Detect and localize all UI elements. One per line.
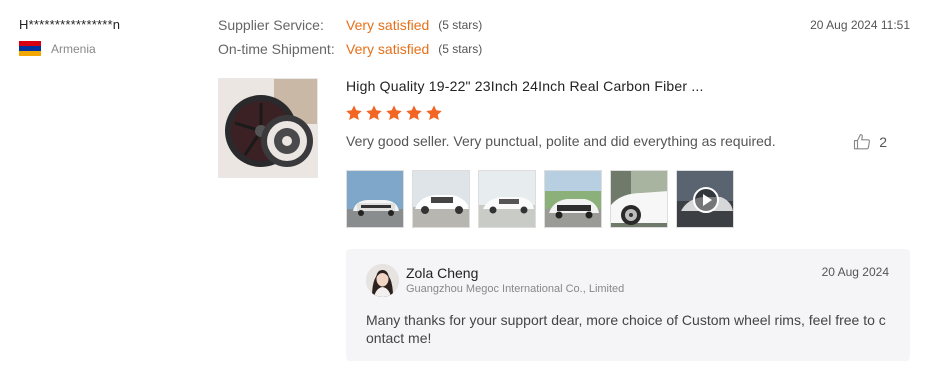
review-video[interactable]: [676, 170, 734, 228]
star-rating: [345, 104, 443, 122]
thumbs-up-icon: [854, 133, 871, 150]
review-photo[interactable]: [346, 170, 404, 228]
like-button[interactable]: 2: [853, 133, 887, 151]
reviewer-info: H****************n Armenia: [19, 17, 199, 56]
seller-avatar: [366, 264, 399, 297]
star-icon: [426, 105, 442, 121]
review-text: Very good seller. Very punctual, polite …: [346, 133, 776, 149]
rating-label: Supplier Service:: [218, 17, 324, 33]
seller-name: Zola Cheng: [406, 265, 479, 281]
like-count: 2: [879, 134, 887, 150]
star-icon: [346, 105, 362, 121]
review-photo[interactable]: [478, 170, 536, 228]
star-icon: [406, 105, 422, 121]
reviewer-name: H****************n: [19, 17, 121, 32]
reply-date: 20 Aug 2024: [821, 265, 889, 279]
rating-stars-text: (5 stars): [438, 18, 483, 32]
armenia-flag-icon: [19, 41, 41, 56]
rating-label: On-time Shipment:: [218, 41, 335, 57]
rating-summary: Supplier Service: Very satisfied (5 star…: [218, 17, 482, 65]
reviewer-country: Armenia: [51, 41, 96, 56]
rating-row-ontime-shipment: On-time Shipment: Very satisfied (5 star…: [218, 41, 482, 57]
review-photo[interactable]: [610, 170, 668, 228]
star-icon: [366, 105, 382, 121]
review-photo[interactable]: [544, 170, 602, 228]
rating-value: Very satisfied: [346, 41, 430, 57]
review-date: 20 Aug 2024 11:51: [810, 18, 910, 32]
product-title[interactable]: High Quality 19-22" 23Inch 24Inch Real C…: [346, 78, 704, 94]
seller-company: Guangzhou Megoc International Co., Limit…: [406, 283, 625, 295]
seller-reply: Zola Cheng Guangzhou Megoc International…: [346, 249, 910, 361]
star-icon: [386, 105, 402, 121]
reply-text: Many thanks for your support dear, more …: [366, 312, 886, 346]
country-row: Armenia: [19, 41, 199, 56]
rating-row-supplier-service: Supplier Service: Very satisfied (5 star…: [218, 17, 482, 33]
product-image[interactable]: [218, 78, 318, 178]
rating-value: Very satisfied: [346, 17, 430, 33]
review-photo-gallery: [346, 170, 734, 228]
review-photo[interactable]: [412, 170, 470, 228]
rating-stars-text: (5 stars): [438, 42, 483, 56]
